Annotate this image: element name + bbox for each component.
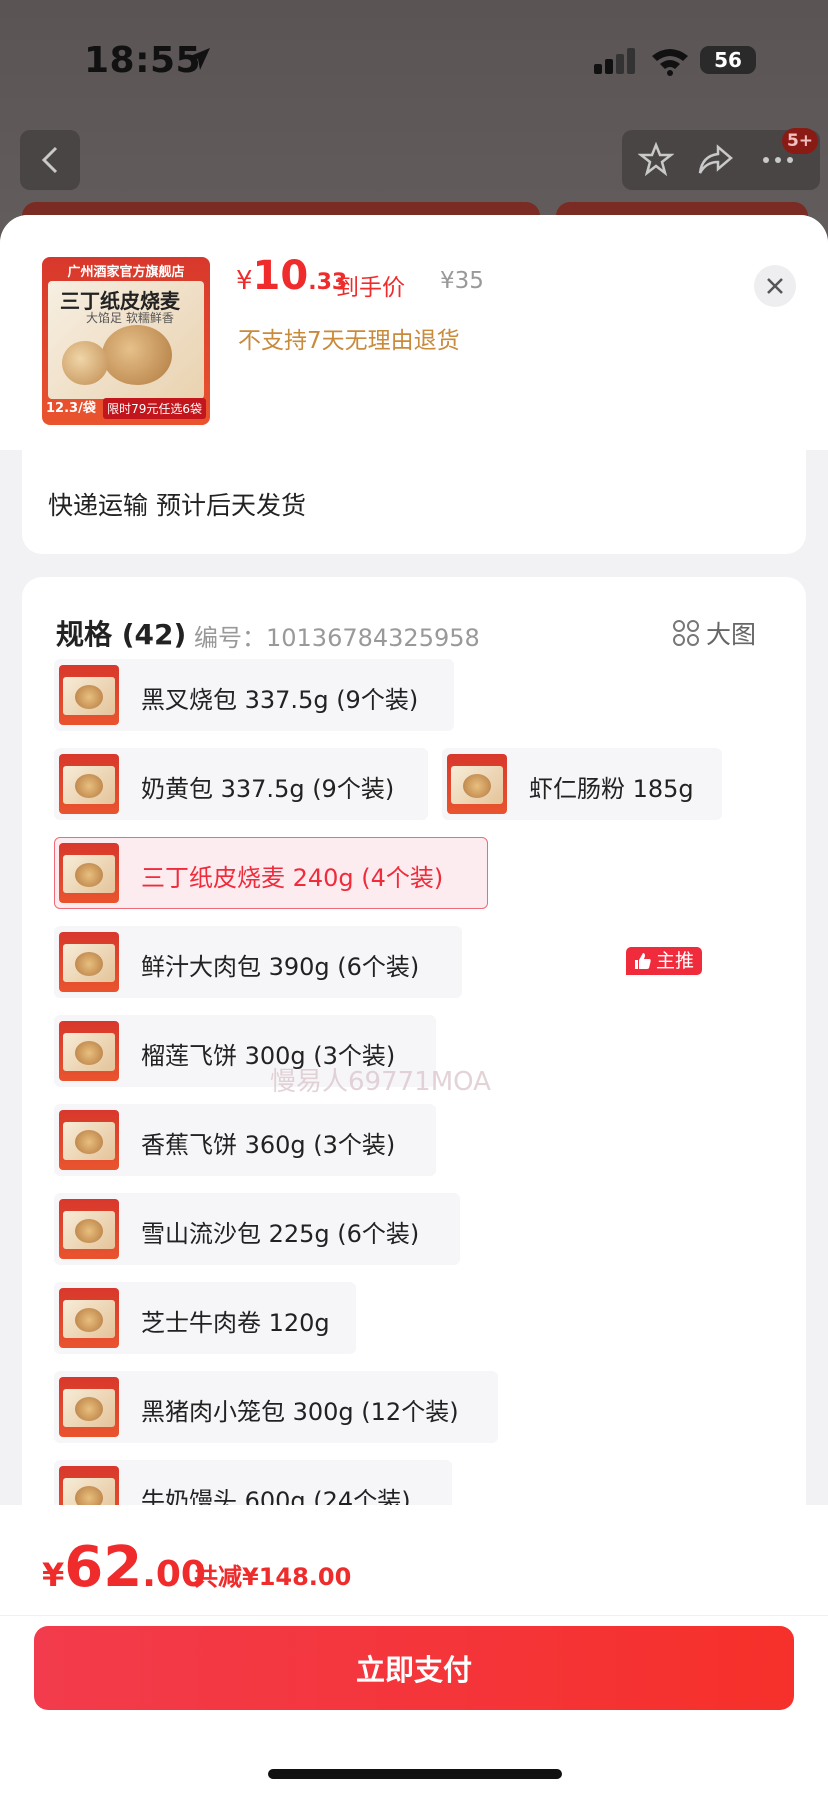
spec-option-image [59,1288,119,1348]
shipping-card: 快递运输 预计后天发货 [22,450,806,554]
location-arrow-icon [188,48,210,70]
spec-option[interactable]: 芝士牛肉卷 120g [54,1282,356,1354]
spec-option-image [59,1021,119,1081]
spec-option-label: 黑猪肉小笼包 300g (12个装) [141,1398,459,1426]
spec-option[interactable]: 香蕉飞饼 360g (3个装) [54,1104,436,1176]
spec-option[interactable]: 黑叉烧包 337.5g (9个装) [54,659,454,731]
spec-option-label: 香蕉飞饼 360g (3个装) [141,1131,396,1159]
thumbs-up-icon [635,953,651,969]
wifi-icon [652,49,688,76]
spec-option-label: 榴莲飞饼 300g (3个装) [141,1042,396,1070]
spec-option-image [59,843,119,903]
original-price: ¥35 [440,268,484,294]
thumb-price: 12.3/袋 [46,401,96,416]
chevron-left-icon [41,146,58,174]
spec-code: 编号：10136784325958 [194,624,480,652]
spec-option-image [59,1377,119,1437]
recommend-badge: 主推 [626,947,703,975]
spec-option-image [59,932,119,992]
share-icon[interactable] [696,142,734,178]
spec-option[interactable]: 虾仁肠粉 185g [442,748,722,820]
total-symbol: ¥ [42,1556,65,1594]
grid-icon [673,620,699,646]
spec-option-label: 雪山流沙包 225g (6个装) [141,1220,420,1248]
product-thumbnail[interactable]: 广州酒家官方旗舰店 三丁纸皮烧麦 大馅足 软糯鲜香 12.3/袋 限时79元任选… [42,257,210,425]
checkout-bar: ¥62.00 共减¥148.00 立即支付 [0,1505,828,1796]
spec-option[interactable]: 奶黄包 337.5g (9个装) [54,748,428,820]
thumb-food-image [102,325,172,385]
status-bar: 18:55 56 [0,0,828,120]
price-integer: 10 [252,253,309,299]
total-price: ¥62.00 [42,1535,206,1600]
back-button[interactable] [20,130,80,190]
spec-option-label: 芝士牛肉卷 120g [141,1309,330,1337]
spec-option[interactable]: 鲜汁大肉包 390g (6个装) [54,926,462,998]
recommend-label: 主推 [656,950,695,972]
spec-option-label: 虾仁肠粉 185g [529,775,694,803]
pay-now-button[interactable]: 立即支付 [34,1626,794,1710]
close-icon [767,278,783,294]
spec-title: 规格 (42) [56,618,187,651]
product-summary: 广州酒家官方旗舰店 三丁纸皮烧麦 大馅足 软糯鲜香 12.3/袋 限时79元任选… [0,215,828,450]
status-time: 18:55 [84,40,202,81]
thumb-subtitle: 大馅足 软糯鲜香 [86,311,174,325]
spec-option-label: 黑叉烧包 337.5g (9个装) [141,686,419,714]
spec-option[interactable]: 雪山流沙包 225g (6个装) [54,1193,460,1265]
return-policy-note: 不支持7天无理由退货 [238,328,460,354]
star-icon[interactable] [638,142,674,178]
thumb-limit-badge: 限时79元任选6袋 [103,398,206,419]
home-indicator [268,1769,562,1779]
battery-indicator: 56 [700,46,756,74]
close-button[interactable] [754,265,796,307]
notification-badge: 5+ [782,128,818,154]
spec-option-image [447,754,507,814]
spec-option-image [59,665,119,725]
spec-option-image [59,754,119,814]
spec-option-image [59,1199,119,1259]
spec-option[interactable]: 三丁纸皮烧麦 240g (4个装) [54,837,488,909]
spec-option[interactable]: 榴莲飞饼 300g (3个装) [54,1015,436,1087]
discount-text: 共减¥148.00 [194,1563,352,1591]
divider [0,1615,828,1616]
signal-icon [594,48,635,74]
spec-option-label: 鲜汁大肉包 390g (6个装) [141,953,420,981]
final-price: ¥10.33 [236,253,347,299]
big-view-toggle[interactable]: 大图 [672,615,756,651]
thumb-brand: 广州酒家官方旗舰店 [67,265,185,280]
price-symbol: ¥ [236,266,253,296]
spec-option-image [59,1110,119,1170]
spec-option-label: 三丁纸皮烧麦 240g (4个装) [141,864,444,892]
price-label: 到手价 [336,275,405,301]
total-integer: 62 [64,1535,143,1600]
thumb-food-image [62,341,108,385]
shipping-text: 快递运输 预计后天发货 [48,491,306,520]
spec-option-label: 奶黄包 337.5g (9个装) [141,775,395,803]
big-view-label: 大图 [706,620,757,649]
spec-option[interactable]: 黑猪肉小笼包 300g (12个装) [54,1371,498,1443]
